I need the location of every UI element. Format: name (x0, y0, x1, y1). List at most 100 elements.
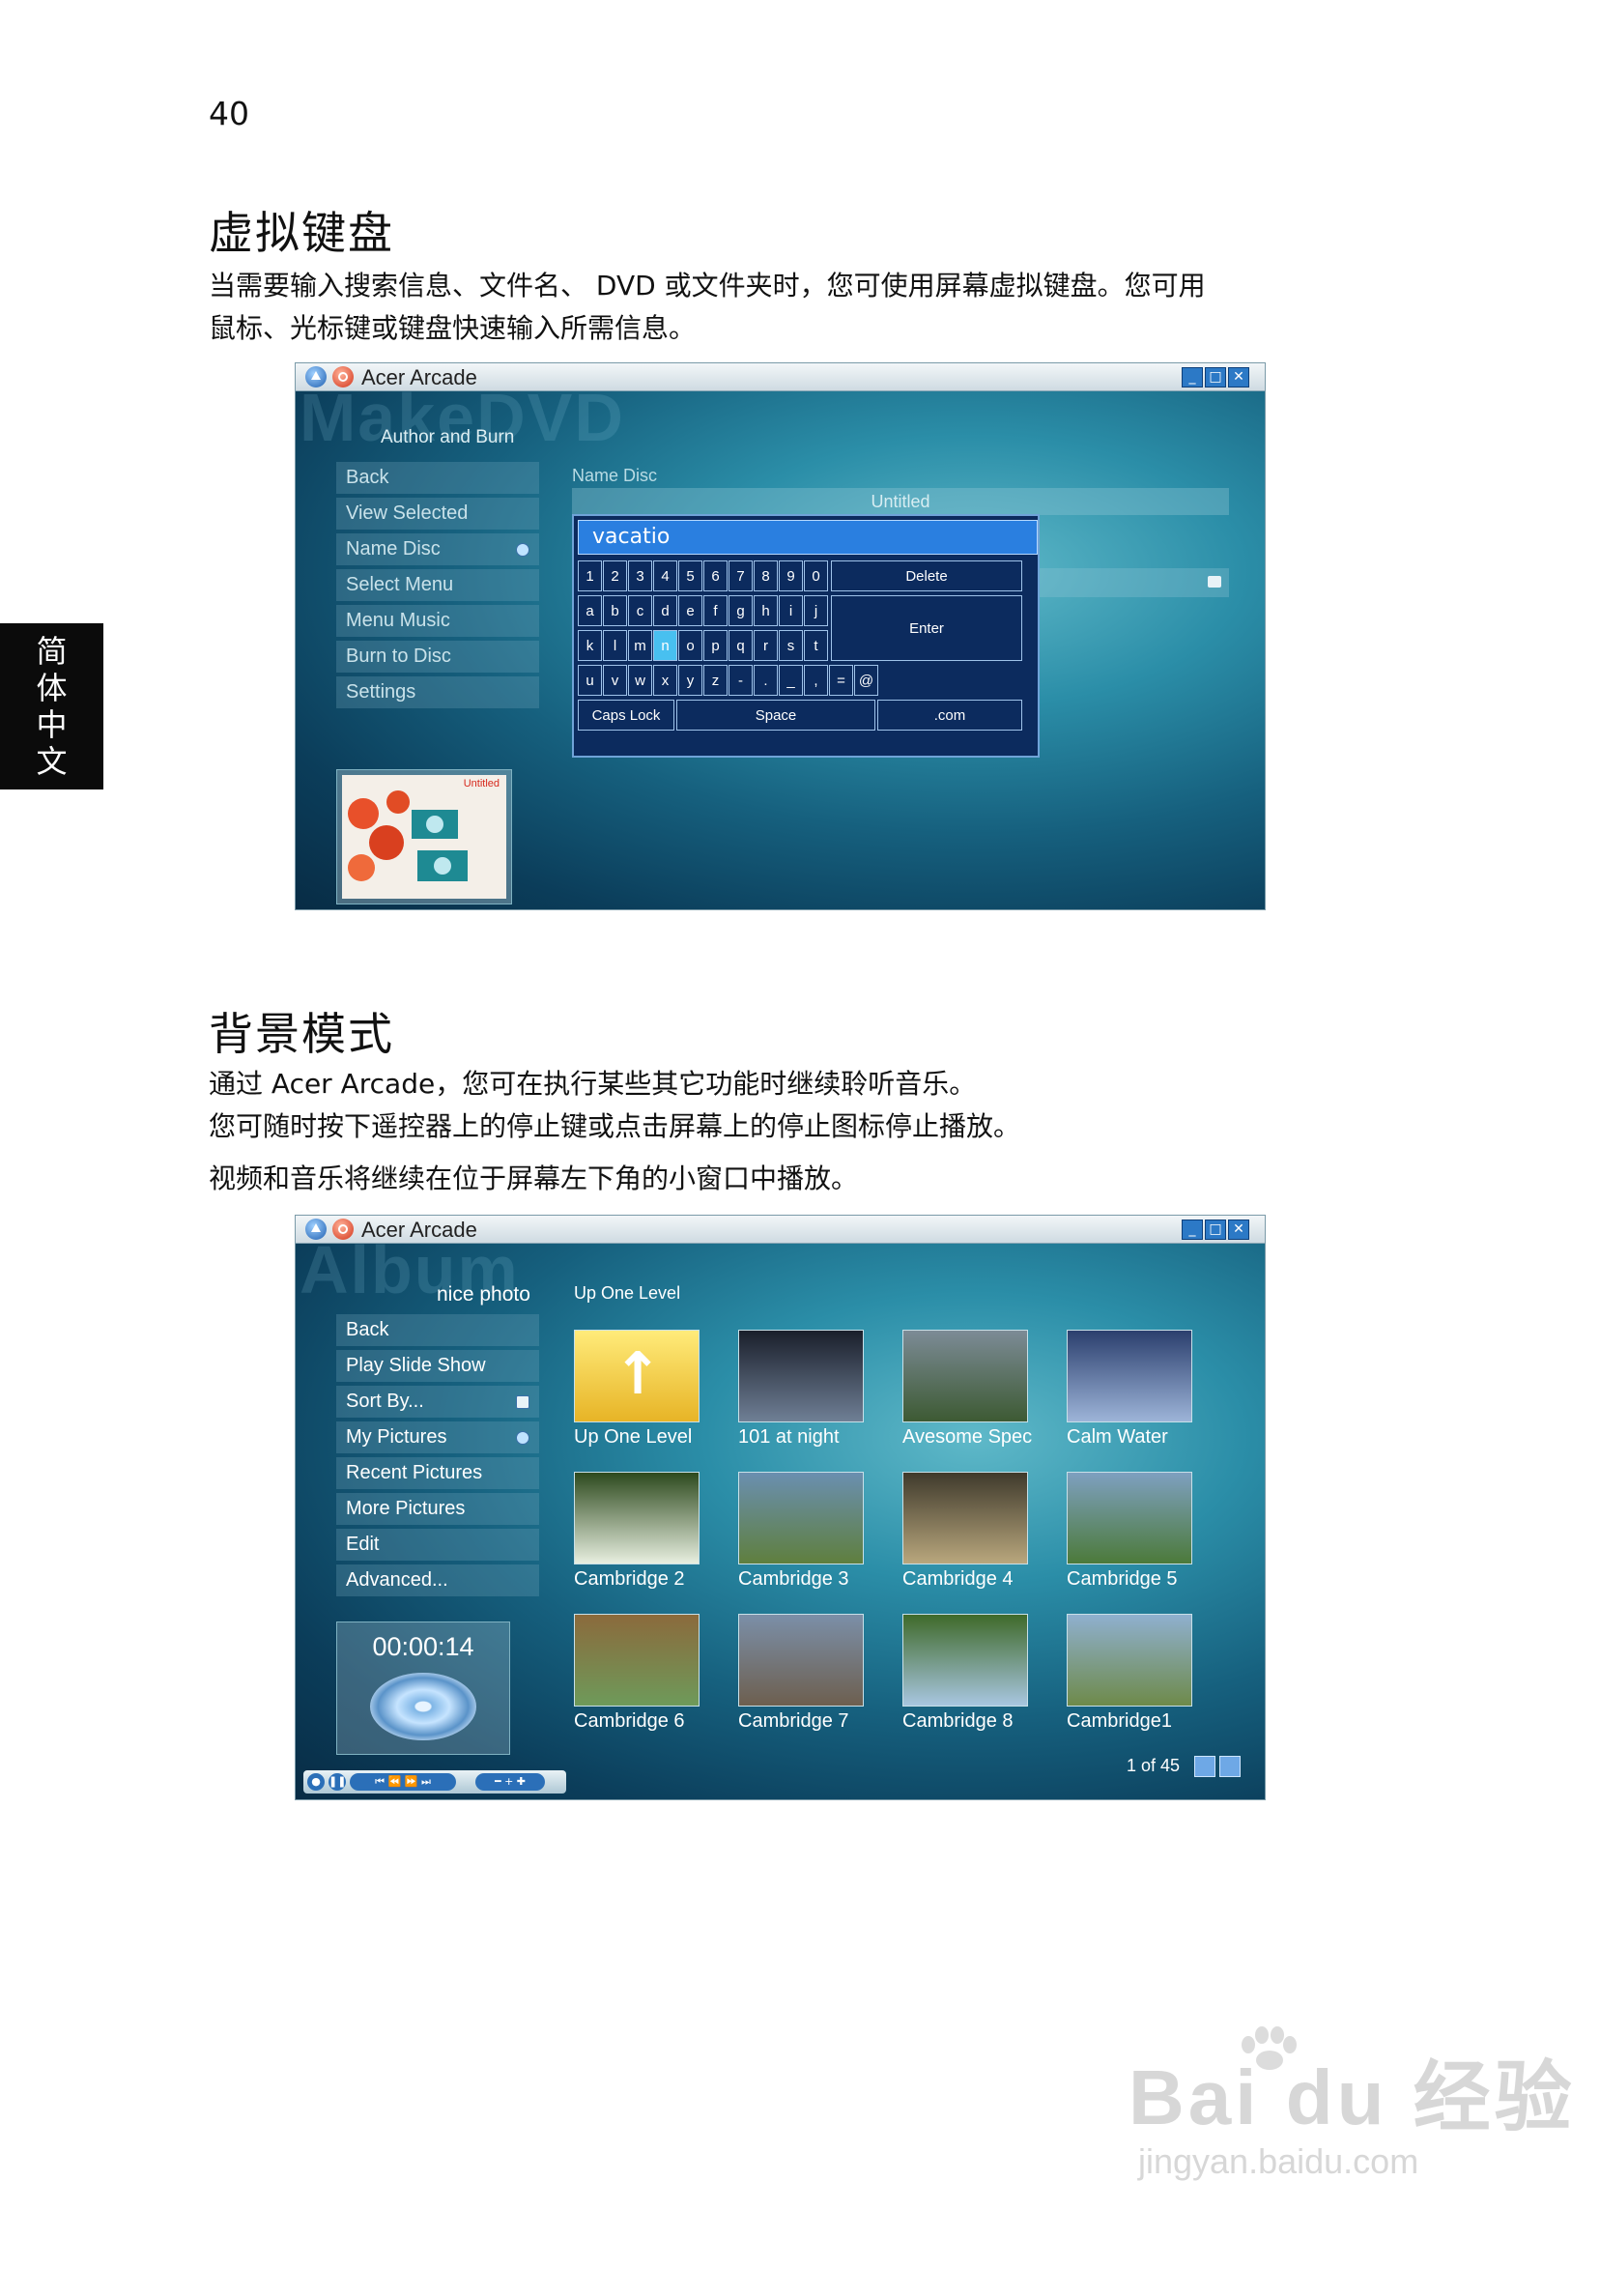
key-a[interactable]: a (578, 595, 602, 626)
minimize-icon[interactable]: _ (1182, 367, 1203, 387)
maximize-icon[interactable]: □ (1205, 1220, 1226, 1240)
thumbnail-item[interactable]: Cambridge 3 (738, 1472, 864, 1591)
key-o[interactable]: o (678, 630, 702, 661)
thumbnail-caption: Cambridge 8 (902, 1710, 1014, 1732)
minimize-icon[interactable]: _ (1182, 1220, 1203, 1240)
page-up-icon[interactable] (1219, 1756, 1241, 1777)
key-1[interactable]: 1 (578, 560, 602, 591)
thumbnail-item[interactable]: 101 at night (738, 1330, 864, 1449)
thumbnail-item[interactable]: Cambridge 6 (574, 1614, 700, 1733)
key-f[interactable]: f (703, 595, 728, 626)
key-k[interactable]: k (578, 630, 602, 661)
key-symbol[interactable]: , (804, 665, 828, 696)
key-7[interactable]: 7 (729, 560, 753, 591)
menu-item-back[interactable]: Back (336, 1314, 539, 1346)
key-t[interactable]: t (804, 630, 828, 661)
key-c[interactable]: c (628, 595, 652, 626)
key-i[interactable]: i (779, 595, 803, 626)
menu-item-settings[interactable]: Settings (336, 676, 539, 708)
key-n[interactable]: n (653, 630, 677, 661)
dotcom-key[interactable]: .com (877, 700, 1022, 731)
thumbnail-item[interactable]: Cambridge1 (1067, 1614, 1192, 1733)
section2-line: 通过 Acer Arcade，您可在执行某些其它功能时继续聆听音乐。 (209, 1068, 977, 1100)
key-5[interactable]: 5 (678, 560, 702, 591)
section1-line: 当需要输入搜索信息、文件名、 DVD 或文件夹时，您可使用屏幕虚拟键盘。您可用 (209, 270, 1206, 301)
key-4[interactable]: 4 (653, 560, 677, 591)
key-q[interactable]: q (729, 630, 753, 661)
key-symbol[interactable]: _ (779, 665, 803, 696)
keyboard-input[interactable]: vacatio (578, 520, 1038, 555)
menu-item-edit[interactable]: Edit (336, 1529, 539, 1561)
menu-item-more-pictures[interactable]: More Pictures (336, 1493, 539, 1525)
maximize-icon[interactable]: □ (1205, 367, 1226, 387)
delete-key[interactable]: Delete (831, 560, 1022, 591)
sidebar-menu: Back View Selected Name Disc Select Menu… (336, 462, 539, 712)
sidebar-menu: Back Play Slide Show Sort By... My Pictu… (336, 1314, 539, 1600)
key-symbol[interactable]: . (754, 665, 778, 696)
key-d[interactable]: d (653, 595, 677, 626)
caps-lock-key[interactable]: Caps Lock (578, 700, 674, 731)
key-p[interactable]: p (703, 630, 728, 661)
key-3[interactable]: 3 (628, 560, 652, 591)
key-0[interactable]: 0 (804, 560, 828, 591)
menu-item-menu-music[interactable]: Menu Music (336, 605, 539, 637)
baidu-url: jingyan.baidu.com (1138, 2141, 1419, 2181)
thumbnail-item[interactable]: Avesome Spec (902, 1330, 1032, 1449)
page-subtitle: Author and Burn (381, 427, 515, 447)
key-j[interactable]: j (804, 595, 828, 626)
volume-buttons[interactable]: ━ + ✚ (475, 1773, 545, 1791)
key-s[interactable]: s (779, 630, 803, 661)
key-symbol[interactable]: - (729, 665, 753, 696)
thumbnail-caption: Cambridge 6 (574, 1710, 685, 1732)
page-down-icon[interactable] (1194, 1756, 1215, 1777)
page-number: 40 (209, 95, 249, 132)
menu-item-burn-to-disc[interactable]: Burn to Disc (336, 641, 539, 673)
stop-icon[interactable]: ● (307, 1773, 325, 1791)
menu-item-sort-by[interactable]: Sort By... (336, 1386, 539, 1418)
menu-item-advanced[interactable]: Advanced... (336, 1564, 539, 1596)
thumbnail-item[interactable]: Up One Level (574, 1330, 700, 1449)
key-symbol[interactable]: x (653, 665, 677, 696)
menu-item-play-slide-show[interactable]: Play Slide Show (336, 1350, 539, 1382)
close-icon[interactable]: ✕ (1228, 1220, 1249, 1240)
thumbnail-item[interactable]: Cambridge 5 (1067, 1472, 1192, 1591)
key-9[interactable]: 9 (779, 560, 803, 591)
key-6[interactable]: 6 (703, 560, 728, 591)
disc-name-field[interactable]: Untitled (572, 488, 1229, 515)
key-symbol[interactable]: u (578, 665, 602, 696)
key-b[interactable]: b (603, 595, 627, 626)
key-h[interactable]: h (754, 595, 778, 626)
thumbnail-item[interactable]: Cambridge 8 (902, 1614, 1028, 1733)
now-playing-window[interactable]: 00:00:14 (336, 1622, 510, 1755)
thumbnail-item[interactable]: Cambridge 2 (574, 1472, 700, 1591)
close-icon[interactable]: ✕ (1228, 367, 1249, 387)
pause-icon[interactable]: ❚❚ (329, 1773, 346, 1791)
key-symbol[interactable]: v (603, 665, 627, 696)
enter-key[interactable]: Enter (831, 595, 1022, 661)
menu-item-name-disc[interactable]: Name Disc (336, 533, 539, 565)
key-e[interactable]: e (678, 595, 702, 626)
section-heading-background-mode: 背景模式 (209, 1008, 394, 1060)
key-m[interactable]: m (628, 630, 652, 661)
key-l[interactable]: l (603, 630, 627, 661)
key-g[interactable]: g (729, 595, 753, 626)
seek-buttons[interactable]: ⏮ ⏪ ⏩ ⏭ (350, 1773, 456, 1791)
menu-item-select-menu[interactable]: Select Menu (336, 569, 539, 601)
space-key[interactable]: Space (676, 700, 875, 731)
thumbnail-caption: Up One Level (574, 1426, 693, 1448)
key-symbol[interactable]: y (678, 665, 702, 696)
menu-item-my-pictures[interactable]: My Pictures (336, 1421, 539, 1453)
key-symbol[interactable]: w (628, 665, 652, 696)
key-symbol[interactable]: z (703, 665, 728, 696)
menu-item-view-selected[interactable]: View Selected (336, 498, 539, 530)
key-symbol[interactable]: = (829, 665, 853, 696)
menu-item-recent-pictures[interactable]: Recent Pictures (336, 1457, 539, 1489)
key-symbol[interactable]: @ (854, 665, 878, 696)
menu-item-back[interactable]: Back (336, 462, 539, 494)
key-8[interactable]: 8 (754, 560, 778, 591)
key-r[interactable]: r (754, 630, 778, 661)
thumbnail-item[interactable]: Cambridge 4 (902, 1472, 1028, 1591)
key-2[interactable]: 2 (603, 560, 627, 591)
thumbnail-item[interactable]: Cambridge 7 (738, 1614, 864, 1733)
thumbnail-item[interactable]: Calm Water (1067, 1330, 1192, 1449)
